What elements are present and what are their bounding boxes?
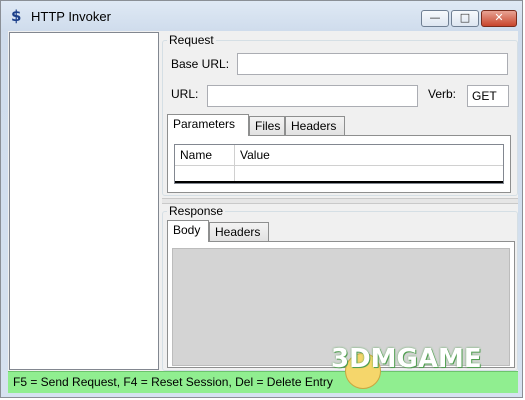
session-list[interactable] (9, 32, 159, 370)
tab-files[interactable]: Files (249, 116, 285, 136)
title-bar[interactable]: $ HTTP Invoker — □ ✕ (1, 1, 522, 31)
close-button[interactable]: ✕ (481, 10, 517, 27)
url-label: URL: (171, 87, 199, 101)
response-group-title: Response (167, 204, 226, 218)
app-window: $ HTTP Invoker — □ ✕ Request Base URL: U… (0, 0, 523, 398)
parameters-panel: Name Value (167, 135, 511, 193)
grid-header-value[interactable]: Value (235, 145, 503, 165)
grid-cell-name[interactable] (175, 165, 235, 181)
verb-label: Verb: (428, 87, 457, 101)
base-url-input[interactable] (237, 53, 508, 75)
minimize-button[interactable]: — (421, 10, 449, 27)
verb-input[interactable]: GET (467, 85, 509, 107)
request-group: Request Base URL: URL: Verb: GET Paramet… (162, 33, 518, 196)
grid-cell-value[interactable] (235, 165, 503, 181)
window-title: HTTP Invoker (31, 9, 111, 24)
url-input[interactable] (207, 85, 418, 107)
watermark-text: 3DMGAME (331, 344, 482, 374)
parameters-grid[interactable]: Name Value (174, 144, 504, 184)
dollar-swap-icon: $ (11, 7, 22, 25)
grid-header-name[interactable]: Name (175, 145, 235, 165)
right-pane: Request Base URL: URL: Verb: GET Paramet… (162, 31, 518, 371)
tab-request-headers[interactable]: Headers (285, 116, 345, 136)
request-group-title: Request (167, 33, 216, 47)
status-bar: F5 = Send Request, F4 = Reset Session, D… (8, 371, 518, 393)
tab-body[interactable]: Body (167, 220, 209, 242)
tab-response-headers[interactable]: Headers (209, 222, 269, 242)
tab-parameters[interactable]: Parameters (167, 114, 249, 136)
base-url-label: Base URL: (171, 57, 230, 71)
table-row[interactable] (175, 165, 503, 183)
grid-header: Name Value (175, 145, 503, 166)
client-area: Request Base URL: URL: Verb: GET Paramet… (8, 31, 518, 393)
maximize-button[interactable]: □ (451, 10, 479, 27)
